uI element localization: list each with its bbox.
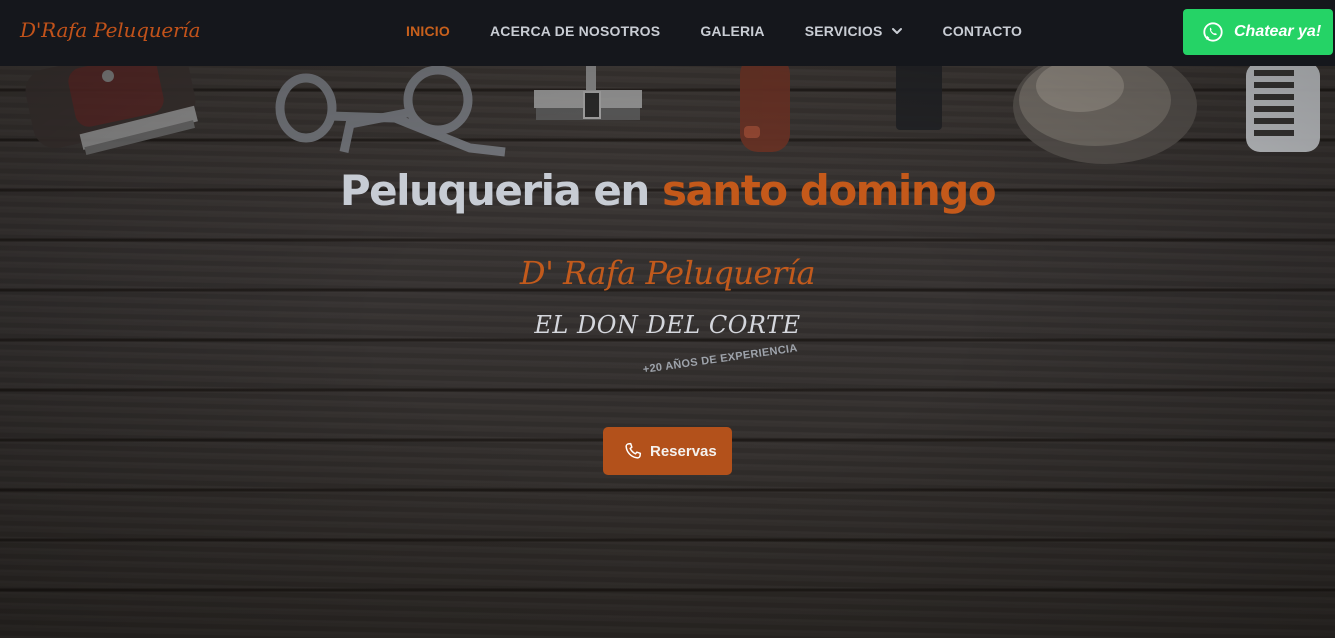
whatsapp-icon: [1203, 22, 1223, 42]
nav-item-label: GALERIA: [700, 23, 765, 39]
reservas-button-label: Reservas: [650, 442, 717, 460]
nav-item-label: INICIO: [406, 23, 450, 39]
nav-item-label: ACERCA DE NOSOTROS: [489, 23, 661, 39]
nav-item-contacto[interactable]: CONTACTO: [943, 23, 1023, 39]
hero-section: Peluqueria en santo domingo D' Rafa Pelu…: [0, 66, 1335, 638]
whatsapp-chat-button[interactable]: Chatear ya!: [1183, 9, 1333, 55]
brand-logo[interactable]: D'Rafa Peluquería: [20, 18, 201, 42]
hero-title-plain: Peluqueria en: [339, 166, 662, 215]
hero-tagline: EL DON DEL CORTE: [534, 311, 801, 339]
chat-button-label: Chatear ya!: [1234, 23, 1322, 40]
reservas-button[interactable]: Reservas: [603, 427, 732, 475]
phone-icon: [625, 442, 642, 459]
hero-title-accent: santo domingo: [661, 166, 997, 215]
navbar: D'Rafa Peluquería INICIO ACERCA DE NOSOT…: [0, 0, 1335, 66]
hero-title: Peluqueria en santo domingo: [0, 166, 1335, 215]
chevron-down-icon[interactable]: [891, 25, 903, 37]
nav-item-acerca-de-nosotros[interactable]: ACERCA DE NOSOTROS: [490, 23, 660, 39]
nav-item-label: SERVICIOS: [804, 23, 883, 39]
nav-item-servicios[interactable]: SERVICIOS: [805, 23, 903, 39]
hero-overlay: [0, 66, 1335, 638]
nav-item-galeria[interactable]: GALERIA: [700, 23, 764, 39]
hero-subtitle: D' Rafa Peluquería: [519, 254, 816, 292]
nav-menu: INICIO ACERCA DE NOSOTROS GALERIA SERVIC…: [406, 0, 1062, 62]
page: D'Rafa Peluquería INICIO ACERCA DE NOSOT…: [0, 0, 1335, 638]
nav-item-label: CONTACTO: [942, 23, 1023, 39]
nav-item-inicio[interactable]: INICIO: [406, 23, 450, 39]
